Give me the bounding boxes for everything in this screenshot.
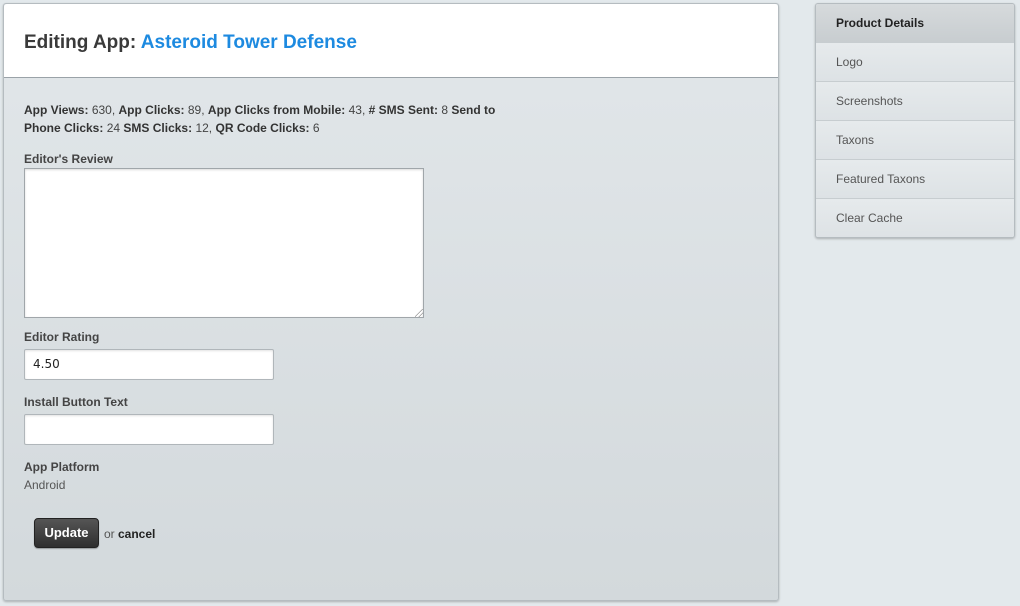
page-title-prefix: Editing App: bbox=[24, 32, 137, 53]
sidebar-item-screenshots[interactable]: Screenshots bbox=[816, 82, 1014, 121]
sidebar-item-product-details[interactable]: Product Details bbox=[816, 4, 1014, 43]
install-button-text-input[interactable] bbox=[24, 414, 274, 445]
cancel-link[interactable]: cancel bbox=[118, 527, 155, 541]
app-clicks-label: App Clicks: bbox=[118, 103, 185, 117]
app-stats: App Views: 630, App Clicks: 89, App Clic… bbox=[24, 101, 504, 137]
app-platform-value: Android bbox=[24, 478, 66, 492]
qr-clicks-value: 6 bbox=[312, 121, 320, 135]
editor-rating-input[interactable]: 4.50 bbox=[24, 349, 274, 380]
install-button-text-label: Install Button Text bbox=[24, 395, 128, 409]
sms-sent-value: 8 bbox=[441, 103, 449, 117]
app-views-label: App Views: bbox=[24, 103, 89, 117]
sidebar-nav: Product Details Logo Screenshots Taxons … bbox=[815, 3, 1015, 238]
sidebar-item-featured-taxons[interactable]: Featured Taxons bbox=[816, 160, 1014, 199]
app-platform-label: App Platform bbox=[24, 460, 100, 474]
app-views-value: 630, bbox=[91, 103, 116, 117]
page-title: Editing App: Asteroid Tower Defense bbox=[4, 4, 778, 78]
send-to-phone-value: 24 bbox=[106, 121, 121, 135]
sms-clicks-label: SMS Clicks: bbox=[123, 121, 193, 135]
resize-handle-icon[interactable] bbox=[415, 309, 423, 317]
editor-review-label: Editor's Review bbox=[24, 152, 113, 166]
sidebar-item-taxons[interactable]: Taxons bbox=[816, 121, 1014, 160]
qr-clicks-label: QR Code Clicks: bbox=[215, 121, 310, 135]
sms-sent-label: # SMS Sent: bbox=[368, 103, 438, 117]
mobile-clicks-label: App Clicks from Mobile: bbox=[207, 103, 346, 117]
app-name: Asteroid Tower Defense bbox=[140, 32, 357, 53]
editor-rating-label: Editor Rating bbox=[24, 330, 100, 344]
sms-clicks-value: 12, bbox=[195, 121, 213, 135]
editor-review-textarea[interactable] bbox=[24, 168, 424, 318]
or-text: or bbox=[104, 527, 115, 541]
edit-app-panel: Editing App: Asteroid Tower Defense App … bbox=[3, 3, 779, 601]
app-clicks-value: 89, bbox=[187, 103, 205, 117]
sidebar-item-logo[interactable]: Logo bbox=[816, 43, 1014, 82]
update-button[interactable]: Update bbox=[34, 518, 99, 548]
sidebar-item-clear-cache[interactable]: Clear Cache bbox=[816, 199, 1014, 237]
mobile-clicks-value: 43, bbox=[348, 103, 366, 117]
